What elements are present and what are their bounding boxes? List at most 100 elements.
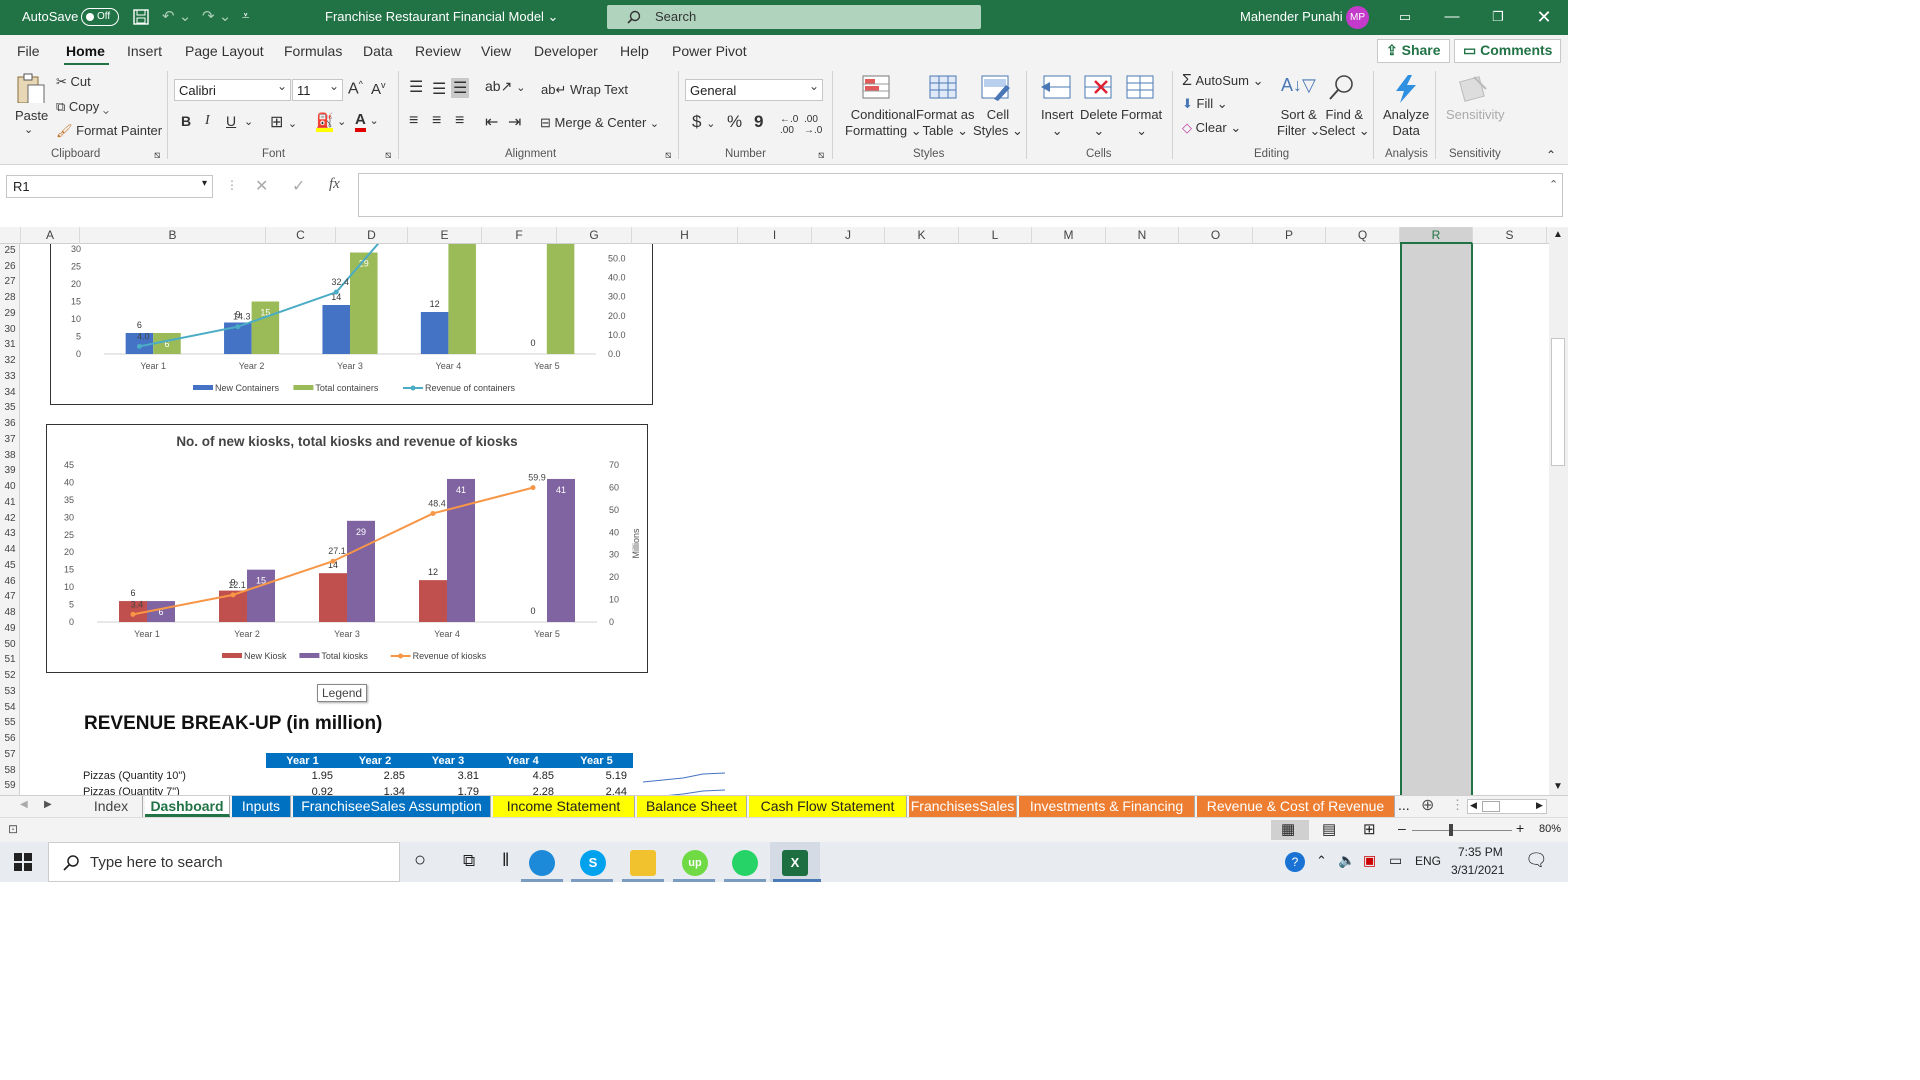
clock-date[interactable]: 3/31/2021 bbox=[1451, 863, 1504, 877]
align-center-icon[interactable]: ≡ bbox=[432, 112, 441, 130]
row-header[interactable]: 37 bbox=[0, 434, 19, 445]
wrap-text-button[interactable]: ab↵ Wrap Text bbox=[541, 82, 628, 98]
align-middle-icon[interactable]: ☰ bbox=[432, 79, 446, 99]
align-right-icon[interactable]: ≡ bbox=[455, 112, 464, 130]
row-header[interactable]: 36 bbox=[0, 418, 19, 429]
column-header[interactable]: F bbox=[482, 227, 557, 244]
tab-insert[interactable]: Insert bbox=[127, 43, 162, 59]
sheet-tab[interactable]: Dashboard bbox=[145, 796, 230, 817]
table-cell[interactable]: 2.85 bbox=[339, 768, 411, 784]
format-cells-icon[interactable] bbox=[1125, 73, 1157, 103]
decrease-font-icon[interactable]: Av bbox=[371, 80, 386, 98]
document-title[interactable]: Franchise Restaurant Financial Model ⌄ bbox=[325, 9, 558, 25]
zoom-in-icon[interactable]: + bbox=[1516, 820, 1524, 836]
containers-chart[interactable]: 0 5 10 15 20 25 30 0.0 10.0 20.0 30.0 40.0 50.0 6 6 Yea… bbox=[50, 244, 653, 405]
task-view-icon[interactable]: ⧉ bbox=[463, 851, 475, 871]
bold-button[interactable]: B bbox=[181, 113, 191, 129]
row-header[interactable]: 30 bbox=[0, 324, 19, 335]
table-cell[interactable]: 5.19 bbox=[560, 768, 633, 784]
table-cell[interactable]: Pizzas (Quantity 7") bbox=[21, 784, 266, 795]
row-header[interactable]: 40 bbox=[0, 481, 19, 492]
scroll-left-icon[interactable]: ◀ bbox=[1470, 800, 1477, 811]
table-cell[interactable]: 1.79 bbox=[411, 784, 485, 795]
scroll-right-icon[interactable]: ▶ bbox=[1536, 800, 1543, 811]
row-header[interactable]: 59 bbox=[0, 780, 19, 791]
analyze-data-button[interactable]: Analyze Data bbox=[1383, 107, 1429, 139]
row-header[interactable]: 26 bbox=[0, 261, 19, 272]
search-box[interactable]: Search bbox=[607, 5, 981, 29]
autosum-button[interactable]: Σ AutoSum ⌄ bbox=[1182, 72, 1264, 90]
row-header[interactable]: 58 bbox=[0, 765, 19, 776]
page-break-view-icon[interactable]: ⊞ bbox=[1363, 820, 1376, 838]
avatar[interactable]: MP bbox=[1346, 6, 1369, 29]
user-name[interactable]: Mahender Punahi bbox=[1240, 9, 1343, 24]
sensitivity-button[interactable]: Sensitivity bbox=[1446, 107, 1505, 122]
autosave-toggle[interactable]: Off bbox=[81, 8, 119, 26]
scrollbar-thumb[interactable] bbox=[1551, 338, 1565, 466]
borders-icon[interactable]: ⊞ ⌄ bbox=[270, 112, 297, 132]
column-header[interactable]: N bbox=[1106, 227, 1179, 244]
windows-start-icon[interactable] bbox=[14, 853, 32, 871]
edge-browser-icon[interactable] bbox=[529, 850, 555, 876]
network-icon[interactable]: ▭ bbox=[1389, 852, 1402, 869]
hscroll-thumb[interactable] bbox=[1482, 801, 1500, 812]
row-header[interactable]: 29 bbox=[0, 308, 19, 319]
table-cell[interactable]: 2.44 bbox=[560, 784, 633, 795]
restore-icon[interactable]: ❐ bbox=[1486, 5, 1510, 29]
column-header[interactable]: Q bbox=[1326, 227, 1400, 244]
row-header[interactable]: 49 bbox=[0, 623, 19, 634]
sheet-tab[interactable]: Index bbox=[80, 796, 143, 817]
font-name-select[interactable]: Calibri bbox=[174, 79, 291, 101]
table-cell[interactable]: 2.28 bbox=[485, 784, 560, 795]
font-size-select[interactable]: 11 bbox=[292, 79, 343, 101]
cell-styles-icon[interactable] bbox=[980, 73, 1012, 103]
tab-formulas[interactable]: Formulas bbox=[284, 43, 342, 59]
share-button[interactable]: ⇪ Share bbox=[1377, 39, 1450, 63]
alignment-launcher-icon[interactable]: ⧅ bbox=[665, 150, 671, 161]
tab-power-pivot[interactable]: Power Pivot bbox=[672, 43, 747, 59]
language-indicator[interactable]: ENG bbox=[1415, 854, 1441, 868]
column-header[interactable]: I bbox=[738, 227, 812, 244]
underline-dropdown-icon[interactable]: ⌄ bbox=[244, 115, 253, 128]
prev-sheet-icon[interactable]: ◀ bbox=[20, 799, 28, 810]
row-header[interactable]: 54 bbox=[0, 702, 19, 713]
insert-function-icon[interactable]: fx bbox=[329, 176, 340, 193]
row-header[interactable]: 42 bbox=[0, 513, 19, 524]
notification-badge-icon[interactable]: ▣ bbox=[1363, 852, 1376, 869]
show-hidden-icons-icon[interactable]: ⌃ bbox=[1316, 853, 1327, 869]
table-cell[interactable]: 1.34 bbox=[339, 784, 411, 795]
collapse-ribbon-icon[interactable]: ⌃ bbox=[1546, 148, 1556, 162]
analyze-data-icon[interactable] bbox=[1390, 73, 1422, 103]
column-header[interactable]: B bbox=[80, 227, 266, 244]
row-header[interactable]: 50 bbox=[0, 639, 19, 650]
file-explorer-icon[interactable] bbox=[630, 850, 656, 876]
comma-button[interactable]: 9 bbox=[754, 112, 763, 132]
table-cell[interactable]: Pizzas (Quantity 10") bbox=[21, 768, 266, 784]
column-header[interactable]: D bbox=[336, 227, 408, 244]
volume-icon[interactable]: 🔈 bbox=[1338, 852, 1355, 869]
undo-icon[interactable]: ↶ ⌄ bbox=[162, 7, 191, 25]
next-sheet-icon[interactable]: ▶ bbox=[44, 799, 52, 810]
fill-button[interactable]: ⬇ Fill ⌄ bbox=[1182, 96, 1228, 112]
orientation-icon[interactable]: ab↗ ⌄ bbox=[485, 78, 525, 95]
table-cell[interactable]: 1.95 bbox=[266, 768, 339, 784]
row-header[interactable]: 27 bbox=[0, 276, 19, 287]
row-header[interactable]: 47 bbox=[0, 591, 19, 602]
align-left-icon[interactable]: ≡ bbox=[409, 112, 418, 130]
row-header[interactable]: 25 bbox=[0, 245, 19, 256]
cut-button[interactable]: ✂ Cut bbox=[56, 74, 91, 90]
action-center-icon[interactable]: 🗨 bbox=[1525, 850, 1548, 871]
sheet-tab[interactable]: Cash Flow Statement bbox=[749, 796, 907, 817]
sheet-tab[interactable]: FranchiseeSales Assumption bbox=[293, 796, 491, 817]
find-select-icon[interactable] bbox=[1326, 73, 1358, 103]
paste-icon[interactable] bbox=[14, 73, 46, 103]
sheet-tab[interactable]: Investments & Financing bbox=[1019, 796, 1195, 817]
copy-button[interactable]: ⧉ Copy ⌄ bbox=[56, 99, 109, 115]
decrease-indent-icon[interactable]: ⇤ bbox=[485, 112, 498, 132]
excel-icon[interactable]: X bbox=[782, 850, 808, 876]
tab-home[interactable]: Home bbox=[66, 43, 105, 59]
font-color-icon[interactable]: A ⌄ bbox=[355, 111, 379, 132]
row-header[interactable]: 31 bbox=[0, 339, 19, 350]
horizontal-scrollbar[interactable]: ◀ ▶ bbox=[1467, 799, 1547, 814]
divider-handle-icon[interactable]: ⋮ bbox=[1451, 797, 1464, 813]
